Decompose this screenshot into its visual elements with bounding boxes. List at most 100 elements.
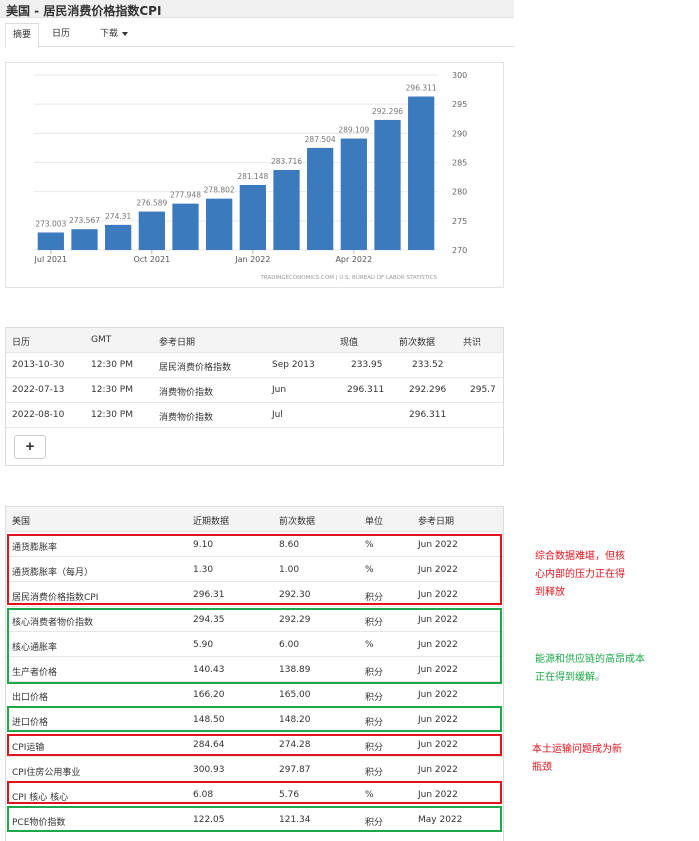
data-label: 281.148: [237, 172, 268, 181]
data-label: 296.311: [406, 84, 437, 93]
calendar-actual: 296.311: [347, 385, 385, 395]
calendar-header-actual: 现值: [340, 338, 359, 348]
indicator-previous: 6.00: [279, 640, 300, 650]
indicator-refdate: Jun 2022: [418, 640, 458, 650]
indicator-previous: 5.76: [279, 790, 300, 800]
data-label: 292.296: [372, 107, 403, 116]
indicator-name[interactable]: CPI 核心 核心: [12, 790, 68, 803]
indicator-unit: 积分: [365, 693, 384, 703]
calendar-header-gmt: GMT: [91, 335, 112, 345]
data-label: 287.504: [305, 135, 336, 144]
calendar-event[interactable]: 居民消费价格指数: [159, 360, 231, 373]
calendar-actual: 233.95: [351, 360, 383, 370]
indicator-unit: %: [365, 540, 374, 550]
indicator-name[interactable]: 核心消费者物价指数: [12, 615, 93, 628]
indicator-refdate: Jun 2022: [418, 615, 458, 625]
calendar-previous: 292.296: [409, 385, 447, 395]
indicator-row: 生产者价格 140.43 138.89 积分 Jun 2022: [6, 657, 503, 682]
cpi-chart-svg: 270 275 280 285 290 295 300 273.003 273.567 274.3…: [34, 71, 468, 281]
indicator-row: CPI运输 284.64 274.28 积分 Jun 2022: [6, 732, 503, 757]
indicator-latest: 5.90: [193, 640, 214, 650]
x-tick-label: Jul 2021: [34, 255, 68, 264]
chart-bar: [307, 147, 334, 250]
data-label: 277.948: [170, 191, 201, 200]
indicator-name[interactable]: 通货膨胀率: [12, 540, 57, 553]
indicator-name[interactable]: 生产者价格: [12, 665, 57, 678]
chart-bar: [71, 229, 98, 250]
indicator-name[interactable]: CPI住房公用事业: [12, 765, 80, 778]
add-button[interactable]: +: [14, 435, 46, 459]
chart-bar: [37, 232, 64, 250]
y-tick-label: 280: [452, 188, 467, 197]
indicator-latest: 1.30: [193, 565, 214, 575]
calendar-row: 2022-07-13 12:30 PM 消费物价指数 Jun 296.311 2…: [6, 378, 503, 403]
tab-summary[interactable]: 摘要: [5, 23, 40, 48]
calendar-date: 2013-10-30: [12, 360, 65, 370]
indicator-name[interactable]: 居民消费价格指数CPI: [12, 590, 98, 603]
calendar-consensus: 295.7: [470, 385, 496, 395]
indicator-previous: 165.00: [279, 690, 311, 700]
tab-download[interactable]: 下载: [93, 23, 135, 47]
indicator-previous: 297.87: [279, 765, 311, 775]
y-tick-label: 285: [452, 159, 467, 168]
indicator-refdate: Jun 2022: [418, 690, 458, 700]
tab-bar: 摘要 日历 下载: [5, 23, 514, 48]
indicator-previous: 148.20: [279, 715, 311, 725]
title-bar: 美国 - 居民消费价格指数CPI: [0, 0, 514, 18]
calendar-date: 2022-07-13: [12, 385, 65, 395]
y-tick-label: 290: [452, 129, 467, 138]
cpi-chart: 270 275 280 285 290 295 300 273.003 273.567 274.3…: [5, 62, 504, 288]
indicator-unit: 积分: [365, 668, 384, 678]
indicator-row: 居民消费价格指数CPI 296.31 292.30 积分 Jun 2022: [6, 582, 503, 607]
indicator-refdate: May 2022: [418, 815, 463, 825]
annotation-note-red-2: 本土运输问题成为新 瓶颈: [532, 741, 672, 777]
calendar-header-consensus: 共识: [463, 338, 482, 348]
indicator-refdate: Jun 2022: [418, 790, 458, 800]
data-label: 276.589: [136, 199, 167, 208]
indicator-name[interactable]: 出口价格: [12, 690, 48, 703]
indicator-name[interactable]: 核心通胀率: [12, 640, 57, 653]
indicator-latest: 6.08: [193, 790, 214, 800]
indicator-latest: 122.05: [193, 815, 225, 825]
indicator-latest: 296.31: [193, 590, 225, 600]
indicator-latest: 9.10: [193, 540, 214, 550]
indicator-name[interactable]: 进口价格: [12, 715, 48, 728]
chevron-down-icon: [122, 31, 129, 36]
indicator-previous: 1.00: [279, 565, 300, 575]
indicator-row: PCE物价指数 122.05 121.34 积分 May 2022: [6, 807, 503, 832]
annotation-line: 心内部的压力正在得: [535, 569, 625, 580]
indicator-row: 通货膨胀率 9.10 8.60% Jun 2022: [6, 532, 503, 557]
chart-bar: [138, 211, 165, 250]
annotation-note-red: 综合数据难堪，但核 心内部的压力正在得 到释放: [535, 548, 675, 602]
chart-bar: [340, 138, 367, 250]
indicator-name[interactable]: CPI运输: [12, 740, 44, 753]
indicator-refdate: Jun 2022: [418, 540, 458, 550]
annotation-line: 能源和供应链的高昂成本: [535, 654, 645, 665]
tab-calendar[interactable]: 日历: [45, 23, 77, 47]
calendar-event[interactable]: 消费物价指数: [159, 410, 213, 423]
data-label: 274.31: [105, 212, 131, 221]
indicators-header-name: 美国: [12, 517, 31, 527]
indicator-name[interactable]: 通货膨胀率（每月）: [12, 565, 93, 578]
indicator-name[interactable]: PCE物价指数: [12, 815, 65, 828]
calendar-row: 2022-08-10 12:30 PM 消费物价指数 Jul 296.311: [6, 403, 503, 428]
chart-bar: [239, 184, 266, 250]
indicator-refdate: Jun 2022: [418, 715, 458, 725]
calendar-event[interactable]: 消费物价指数: [159, 385, 213, 398]
indicator-unit: 积分: [365, 618, 384, 628]
calendar-period: Jul: [272, 410, 283, 420]
page-title: 美国 - 居民消费价格指数CPI: [6, 4, 162, 18]
indicator-row: 出口价格 166.20 165.00 积分 Jun 2022: [6, 682, 503, 707]
indicator-row: 核心通胀率 5.90 6.00% Jun 2022: [6, 632, 503, 657]
calendar-date: 2022-08-10: [12, 410, 65, 420]
data-label: 283.716: [271, 157, 302, 166]
calendar-table: 日历 GMT 参考日期 现值 前次数据 共识 2013-10-30 12:30 …: [5, 327, 504, 466]
calendar-period: Jun: [272, 385, 287, 395]
calendar-previous: 296.311: [409, 410, 447, 420]
calendar-time: 12:30 PM: [91, 410, 133, 420]
calendar-time: 12:30 PM: [91, 385, 133, 395]
annotation-line: 瓶颈: [532, 762, 552, 773]
annotation-line: 到释放: [535, 587, 565, 598]
x-tick-label: Jan 2022: [234, 255, 270, 264]
indicator-refdate: Jun 2022: [418, 590, 458, 600]
